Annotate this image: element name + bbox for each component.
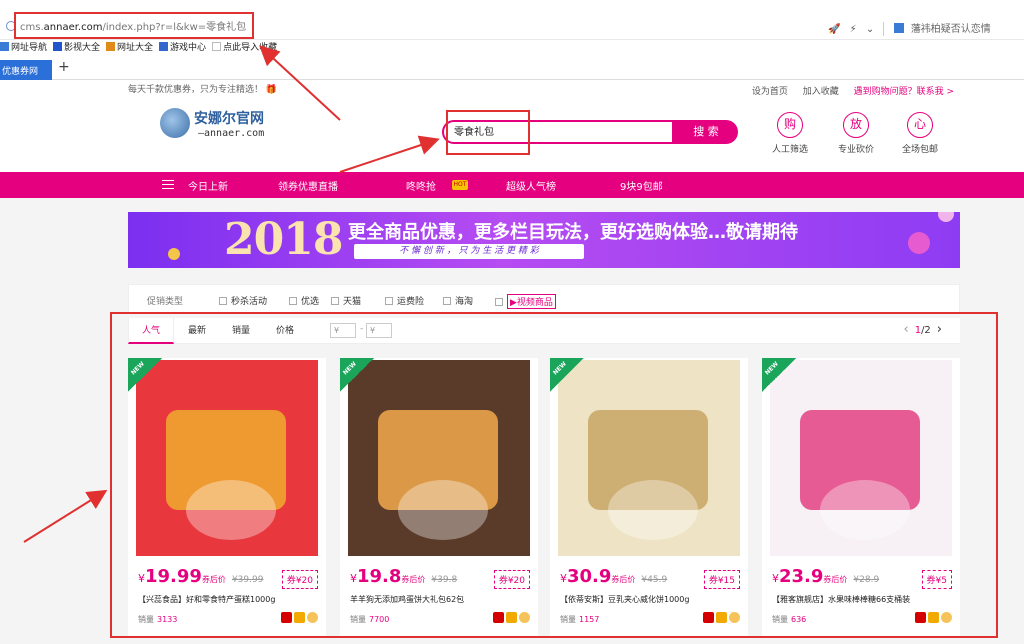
promo-banner[interactable]: 2018 更全商品优惠，更多栏目玩法，更好选购体验…敬请期待 不 懈 创 新 ，…: [128, 212, 960, 268]
banner-title: 更全商品优惠，更多栏目玩法，更好选购体验…敬请期待: [348, 222, 798, 243]
hot-badge: HOT: [452, 180, 468, 190]
tab-active[interactable]: 优惠券网: [0, 60, 52, 80]
logo-title: 安娜尔官网: [194, 111, 264, 127]
nav-9-9-free-ship[interactable]: 9块9包邮: [620, 178, 663, 193]
bookmark-label: 游戏中心: [170, 43, 207, 53]
checkbox[interactable]: [385, 297, 393, 305]
logo-subtitle: —annaer.com: [198, 128, 265, 139]
checkbox[interactable]: [443, 297, 451, 305]
rocket-icon[interactable]: 🚀: [828, 24, 840, 35]
video-label-box: ▶视频商品: [507, 294, 556, 309]
banner-decoration: [938, 212, 954, 222]
search-engine-icon[interactable]: [893, 23, 904, 33]
lightning-icon[interactable]: ⚡: [850, 24, 857, 35]
feature-label: 全场包邮: [901, 145, 938, 155]
bargain-icon: 放: [843, 112, 869, 138]
globe-icon: [0, 42, 9, 51]
add-favorite-link[interactable]: 加入收藏: [803, 87, 839, 97]
bookmark-label: 点此导入收藏: [223, 43, 278, 53]
menu-icon[interactable]: [162, 180, 174, 189]
divider: [883, 22, 885, 36]
filter-label: 促销类型: [147, 297, 184, 307]
filter-option-label: 天猫: [343, 297, 362, 307]
annotation-url-box: [14, 12, 254, 39]
bookmark-label: 网址大全: [117, 43, 154, 53]
filter-option-label: 海淘: [455, 297, 474, 307]
bookmark-item[interactable]: 网址大全: [106, 40, 153, 53]
import-icon: [212, 42, 222, 51]
nav-popular[interactable]: 超级人气榜: [506, 178, 556, 193]
nav-flash-sale[interactable]: 咚咚抢: [406, 178, 436, 193]
filter-option-label: 优选: [301, 297, 320, 307]
feature-label: 人工筛选: [771, 145, 808, 155]
checkbox[interactable]: [289, 297, 297, 305]
nav-today-new[interactable]: 今日上新: [188, 178, 228, 193]
slogan-text: 每天千款优惠券，只为专注精选！: [128, 85, 264, 95]
tab-strip: 优惠券网 +: [0, 58, 1024, 80]
filter-video[interactable]: ▶视频商品: [495, 294, 556, 309]
feature-free-shipping: 心 全场包邮: [890, 112, 950, 155]
bookmark-label: 影视大全: [64, 43, 101, 53]
feature-manual-select: 购 人工筛选: [760, 112, 820, 155]
url-tools: 🚀 ⚡ ⌄ 藩祎柏疑否认恋情: [828, 20, 991, 36]
filter-shipping-insurance[interactable]: 运费险: [385, 294, 424, 307]
feature-icons: 购 人工筛选 放 专业砍价 心 全场包邮: [760, 112, 950, 162]
free-shipping-icon: 心: [907, 112, 933, 138]
directory-icon: [106, 42, 116, 51]
bookmark-label: 网址导航: [11, 43, 48, 53]
bookmark-item[interactable]: 网址导航: [0, 40, 47, 53]
chevron-down-icon[interactable]: ⌄: [866, 24, 874, 35]
feature-label: 专业砍价: [837, 145, 874, 155]
manual-select-icon: 购: [777, 112, 803, 138]
annotation-search-box: [446, 110, 530, 155]
site-logo[interactable]: 安娜尔官网 —annaer.com: [160, 104, 280, 144]
robot-logo-icon: [160, 108, 190, 138]
filter-tmall[interactable]: 天猫: [331, 294, 361, 307]
film-icon: [53, 42, 63, 51]
bookmark-item[interactable]: 点此导入收藏: [212, 40, 277, 53]
banner-decoration: [168, 248, 180, 260]
feature-bargain: 放 专业砍价: [826, 112, 886, 155]
filter-option-label: 秒杀活动: [231, 297, 268, 307]
new-tab-button[interactable]: +: [58, 59, 70, 75]
bookmarks-bar: 网址导航 影视大全 网址大全 游戏中心 点此导入收藏: [0, 40, 1024, 56]
search-button[interactable]: 搜 索: [674, 120, 738, 144]
banner-subtitle: 不 懈 创 新 ， 只 为 生 活 更 精 彩: [354, 244, 584, 259]
banner-decoration: [908, 232, 930, 254]
play-icon: ▶: [510, 298, 517, 308]
site-header: 每天千款优惠券，只为专注精选！ 🎁 设为首页 加入收藏 遇到购物问题？联系我 >…: [0, 82, 1024, 172]
bookmark-item[interactable]: 游戏中心: [159, 40, 206, 53]
checkbox[interactable]: [331, 297, 339, 305]
checkbox[interactable]: [495, 298, 503, 306]
filter-flash-sale[interactable]: 秒杀活动: [219, 294, 267, 307]
filter-selected[interactable]: 优选: [289, 294, 319, 307]
filter-option-label: 运费险: [397, 297, 425, 307]
browser-search-input[interactable]: 藩祎柏疑否认恋情: [911, 24, 991, 35]
gift-icon: 🎁: [265, 85, 278, 95]
tab-label: 优惠券网: [2, 67, 39, 77]
annotation-product-box: [110, 312, 998, 638]
gamepad-icon: [159, 42, 169, 51]
filter-option-label: 视频商品: [516, 298, 553, 308]
filter-overseas[interactable]: 海淘: [443, 294, 473, 307]
bookmark-item[interactable]: 影视大全: [53, 40, 100, 53]
main-nav: 今日上新 领券优惠直播 咚咚抢 HOT 超级人气榜 9块9包邮: [0, 172, 1024, 198]
promo-filter: 促销类型 秒杀活动 优选 天猫 运费险 海淘 ▶视频商品: [128, 284, 960, 314]
banner-year: 2018: [224, 214, 343, 265]
help-link[interactable]: 遇到购物问题？联系我 >: [854, 87, 954, 97]
top-links: 设为首页 加入收藏 遇到购物问题？联系我 >: [740, 84, 954, 97]
set-homepage-link[interactable]: 设为首页: [752, 87, 788, 97]
arrow-to-products: [23, 489, 108, 543]
slogan: 每天千款优惠券，只为专注精选！ 🎁: [128, 82, 277, 95]
nav-coupon-live[interactable]: 领券优惠直播: [278, 178, 338, 193]
checkbox[interactable]: [219, 297, 227, 305]
